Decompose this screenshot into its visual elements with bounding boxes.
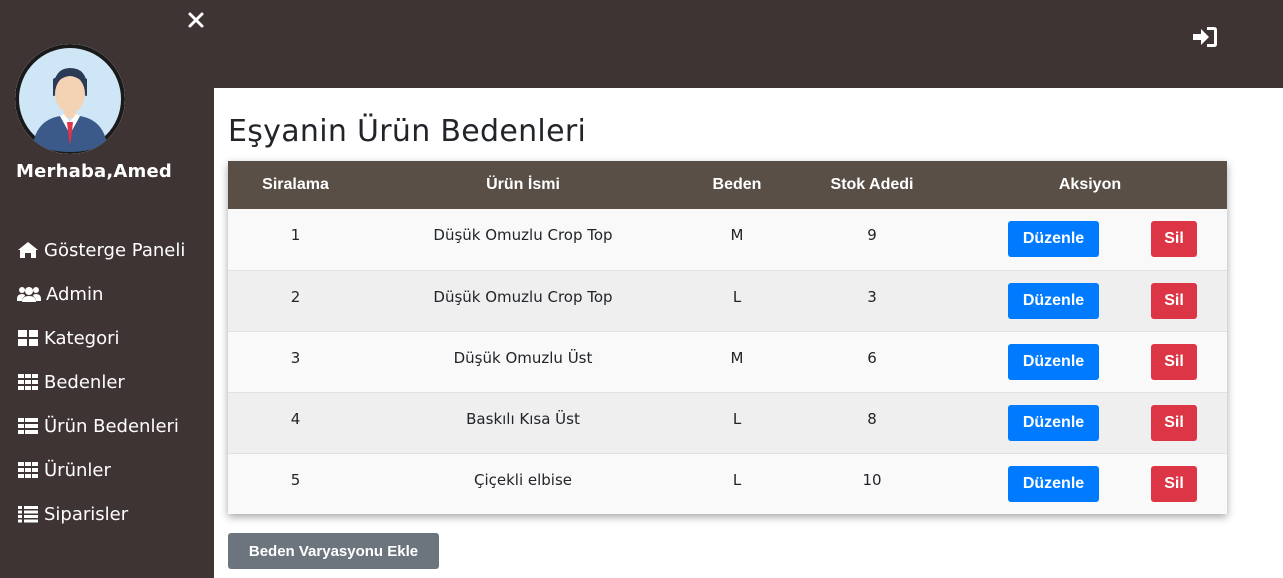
cell-stock: 6 — [867, 348, 877, 367]
cell-stock: 9 — [867, 226, 877, 245]
column-header-size: Beden — [712, 176, 762, 193]
top-bar — [214, 0, 1283, 88]
cell-actions: Düzenle Sil — [953, 209, 1227, 270]
column-header-stock: Stok Adedi — [830, 176, 914, 193]
edit-button[interactable]: Düzenle — [1008, 343, 1099, 380]
sidebar-item-sizes[interactable]: Bedenler — [0, 360, 214, 404]
edit-button[interactable]: Düzenle — [1008, 282, 1099, 319]
cell-size: M — [730, 226, 744, 245]
add-size-variation-button[interactable]: Beden Varyasyonu Ekle — [228, 533, 439, 569]
cell-size: L — [732, 287, 742, 306]
cell-actions: Düzenle Sil — [953, 270, 1227, 331]
list-icon — [18, 506, 38, 523]
table-row: 3 Düşük Omuzlu Üst M 6 Düzenle Sil — [228, 331, 1227, 392]
cell-size: M — [730, 348, 744, 367]
cell-product-name: Baskılı Kısa Üst — [466, 409, 580, 428]
cell-product-name: Düşük Omuzlu Crop Top — [433, 287, 613, 306]
sidebar-item-dashboard[interactable]: Gösterge Paneli — [0, 228, 214, 272]
table-header-row: Siralama Ürün İsmi Beden Stok Adedi Aksi… — [228, 161, 1227, 209]
sidebar-item-label: Siparisler — [44, 503, 129, 525]
sidebar-item-orders[interactable]: Siparisler — [0, 492, 214, 536]
sidebar-item-products[interactable]: Ürünler — [0, 448, 214, 492]
table-list-icon — [18, 418, 38, 434]
delete-button[interactable]: Sil — [1151, 282, 1197, 319]
cell-stock: 3 — [867, 287, 877, 306]
sidebar-nav: Gösterge Paneli Admin Kategori Bedenler … — [0, 228, 214, 536]
table-row: 4 Baskılı Kısa Üst L 8 Düzenle Sil — [228, 392, 1227, 453]
grid-icon — [18, 330, 38, 346]
sidebar-item-label: Kategori — [44, 327, 120, 349]
grid-9-icon — [18, 462, 38, 478]
sign-in-icon[interactable] — [1192, 25, 1218, 49]
greeting-text: Merhaba,Amed — [16, 161, 173, 182]
sidebar-item-label: Gösterge Paneli — [44, 239, 186, 261]
edit-button[interactable]: Düzenle — [1008, 465, 1099, 502]
sidebar-item-label: Bedenler — [44, 371, 125, 393]
table-row: 1 Düşük Omuzlu Crop Top M 9 Düzenle Sil — [228, 209, 1227, 270]
column-header-product-name: Ürün İsmi — [486, 176, 560, 193]
delete-button[interactable]: Sil — [1151, 465, 1197, 502]
cell-order: 3 — [290, 348, 301, 367]
cell-order: 2 — [290, 287, 301, 306]
cell-order: 5 — [290, 470, 301, 489]
close-icon[interactable] — [186, 9, 206, 31]
home-icon — [18, 242, 38, 258]
cell-stock: 10 — [862, 470, 882, 489]
cell-size: L — [732, 409, 742, 428]
cell-stock: 8 — [867, 409, 877, 428]
cell-order: 1 — [290, 226, 301, 245]
edit-button[interactable]: Düzenle — [1008, 404, 1099, 441]
cell-product-name: Çiçekli elbise — [473, 470, 573, 489]
sidebar-item-product-sizes[interactable]: Ürün Bedenleri — [0, 404, 214, 448]
sidebar-item-admin[interactable]: Admin — [0, 272, 214, 316]
delete-button[interactable]: Sil — [1151, 343, 1197, 380]
users-icon — [17, 287, 41, 302]
cell-actions: Düzenle Sil — [953, 453, 1227, 514]
cell-order: 4 — [290, 409, 301, 428]
table-row: 2 Düşük Omuzlu Crop Top L 3 Düzenle Sil — [228, 270, 1227, 331]
page-title: Eşyanin Ürün Bedenleri — [228, 114, 587, 149]
cell-product-name: Düşük Omuzlu Üst — [453, 348, 593, 367]
delete-button[interactable]: Sil — [1151, 221, 1197, 258]
column-header-order: Siralama — [262, 176, 329, 193]
sidebar-item-label: Ürün Bedenleri — [44, 415, 179, 437]
column-header-actions: Aksiyon — [1058, 176, 1122, 193]
product-sizes-table: Siralama Ürün İsmi Beden Stok Adedi Aksi… — [228, 161, 1227, 514]
sidebar-item-label: Admin — [46, 283, 104, 305]
edit-button[interactable]: Düzenle — [1008, 221, 1099, 258]
table-row: 5 Çiçekli elbise L 10 Düzenle Sil — [228, 453, 1227, 514]
sidebar-item-category[interactable]: Kategori — [0, 316, 214, 360]
sidebar-item-label: Ürünler — [44, 459, 111, 481]
grid-9-icon — [18, 374, 38, 390]
cell-actions: Düzenle Sil — [953, 331, 1227, 392]
sidebar: Merhaba,Amed Gösterge Paneli Admin Kateg… — [0, 0, 214, 578]
cell-actions: Düzenle Sil — [953, 392, 1227, 453]
cell-size: L — [732, 470, 742, 489]
avatar — [15, 44, 125, 154]
delete-button[interactable]: Sil — [1151, 404, 1197, 441]
cell-product-name: Düşük Omuzlu Crop Top — [433, 226, 613, 245]
